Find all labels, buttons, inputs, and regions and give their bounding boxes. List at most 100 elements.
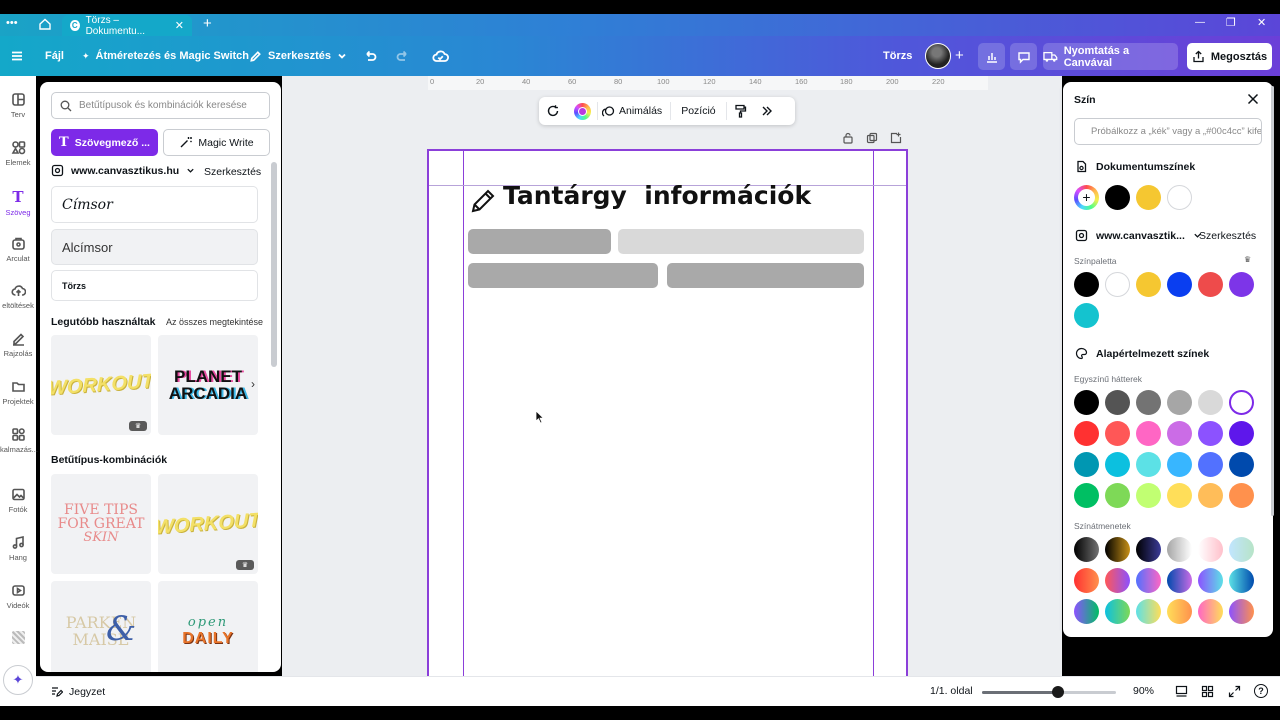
rail-item-projects[interactable]: Projektek (0, 379, 36, 406)
brand-kit-selector[interactable]: www.canvasztikus.hu (51, 164, 195, 177)
gradient-swatch[interactable] (1198, 537, 1223, 562)
position-button[interactable]: Pozíció (670, 102, 725, 120)
add-textbox-button[interactable]: T Szövegmező ... (51, 129, 158, 156)
solid-color-swatch[interactable] (1136, 483, 1161, 508)
rail-item-text[interactable]: T Szöveg (0, 188, 36, 217)
gradient-swatch[interactable] (1229, 568, 1254, 593)
brand-edit-link[interactable]: Szerkesztés (204, 166, 261, 178)
color-panel-scrollbar[interactable] (1271, 86, 1274, 516)
color-picker-button[interactable] (567, 102, 597, 120)
main-menu-button[interactable] (10, 36, 24, 76)
gradient-swatch[interactable] (1105, 568, 1130, 593)
solid-color-swatch[interactable] (1074, 421, 1099, 446)
placeholder-bar[interactable] (468, 263, 658, 288)
more-options-button[interactable] (754, 105, 780, 117)
gradient-swatch[interactable] (1136, 568, 1161, 593)
solid-color-swatch[interactable] (1198, 483, 1223, 508)
solid-color-swatch[interactable] (1229, 421, 1254, 446)
replace-button[interactable] (539, 104, 567, 118)
zoom-slider-track[interactable] (982, 686, 1116, 698)
notes-button[interactable]: Jegyzet (50, 685, 105, 698)
brand-color-swatch[interactable] (1136, 272, 1161, 297)
solid-color-swatch[interactable] (1198, 390, 1223, 415)
gradient-swatch[interactable] (1074, 537, 1099, 562)
font-combo-open-daily[interactable]: open DAILY (158, 581, 258, 672)
help-icon[interactable]: ? (1254, 684, 1268, 698)
redo-button[interactable] (395, 36, 410, 76)
solid-color-swatch[interactable] (1105, 421, 1130, 446)
window-close-button[interactable]: ✕ (1257, 16, 1266, 29)
brand-color-swatch[interactable] (1229, 272, 1254, 297)
gradient-swatch[interactable] (1167, 537, 1192, 562)
gradient-swatch[interactable] (1167, 568, 1192, 593)
insights-button[interactable] (978, 43, 1005, 70)
document-title[interactable]: Törzs (883, 36, 912, 76)
see-all-link[interactable]: Az összes megtekintése (166, 317, 263, 327)
placeholder-bar[interactable] (667, 263, 864, 288)
share-button[interactable]: Megosztás (1187, 43, 1272, 70)
canvas-heading[interactable]: Tantárgy információk (503, 181, 811, 210)
solid-color-swatch[interactable] (1074, 483, 1099, 508)
resize-magic-switch-button[interactable]: ✦ Átméretezés és Magic Switch (82, 36, 249, 76)
doc-color-swatch[interactable] (1105, 185, 1130, 210)
gradient-swatch[interactable] (1229, 599, 1254, 624)
chevron-right-icon[interactable]: › (251, 377, 255, 391)
heading-style[interactable]: Címsor (51, 186, 258, 223)
solid-color-swatch[interactable] (1136, 390, 1161, 415)
print-with-canva-button[interactable]: Nyomtatás a Canvával (1043, 43, 1178, 70)
animate-button[interactable]: Animálás (597, 102, 670, 120)
brand-edit-link[interactable]: Szerkesztés (1199, 230, 1256, 242)
home-icon[interactable] (38, 17, 52, 31)
solid-color-swatch[interactable] (1074, 390, 1099, 415)
window-maximize-button[interactable]: ❐ (1226, 16, 1236, 29)
solid-color-swatch[interactable] (1167, 421, 1192, 446)
rail-item-design[interactable]: Terv (0, 92, 36, 119)
duplicate-button[interactable] (866, 132, 878, 144)
undo-button[interactable] (363, 36, 378, 76)
brand-color-swatch[interactable] (1198, 272, 1223, 297)
grid-view-button[interactable] (1201, 685, 1214, 701)
solid-color-swatch[interactable] (1229, 390, 1254, 415)
add-color-button[interactable]: + (1074, 185, 1099, 210)
rail-item-brand[interactable]: Arculat (0, 236, 36, 263)
rail-item-audio[interactable]: Hang (0, 535, 36, 562)
gradient-swatch[interactable] (1198, 599, 1223, 624)
doc-color-swatch[interactable] (1136, 185, 1161, 210)
panel-scrollbar[interactable] (271, 162, 277, 367)
comments-button[interactable] (1010, 43, 1037, 70)
rail-item-apps[interactable]: kalmazás... (0, 427, 38, 454)
gradient-swatch[interactable] (1074, 568, 1099, 593)
solid-color-swatch[interactable] (1167, 390, 1192, 415)
gradient-swatch[interactable] (1074, 599, 1099, 624)
brand-color-swatch[interactable] (1105, 272, 1130, 297)
new-tab-button[interactable]: + (203, 15, 212, 32)
placeholder-bar[interactable] (468, 229, 611, 254)
rail-item-draw[interactable]: Rajzolás (0, 331, 36, 358)
lock-button[interactable] (842, 132, 854, 144)
solid-color-swatch[interactable] (1074, 452, 1099, 477)
page-view-button[interactable] (1175, 685, 1188, 701)
solid-color-swatch[interactable] (1105, 483, 1130, 508)
design-page[interactable]: Tantárgy információk (427, 149, 908, 681)
add-collaborator-button[interactable]: + (955, 47, 964, 64)
gradient-swatch[interactable] (1105, 599, 1130, 624)
solid-color-swatch[interactable] (1105, 452, 1130, 477)
solid-color-swatch[interactable] (1198, 452, 1223, 477)
solid-color-swatch[interactable] (1167, 483, 1192, 508)
doc-color-swatch[interactable] (1167, 185, 1192, 210)
copy-style-button[interactable] (725, 102, 754, 120)
browser-menu-icon[interactable]: ••• (6, 17, 18, 29)
rail-item-more[interactable] (0, 631, 36, 644)
body-style[interactable]: Törzs (51, 270, 258, 301)
solid-color-swatch[interactable] (1229, 452, 1254, 477)
brand-color-swatch[interactable] (1074, 303, 1099, 328)
solid-color-swatch[interactable] (1136, 452, 1161, 477)
subheading-style[interactable]: Alcímsor (51, 229, 258, 265)
gradient-swatch[interactable] (1229, 537, 1254, 562)
font-combo-workout[interactable]: WORKOUT ♛ (51, 335, 151, 435)
solid-color-swatch[interactable] (1198, 421, 1223, 446)
zoom-level[interactable]: 90% (1133, 685, 1154, 697)
gradient-swatch[interactable] (1136, 599, 1161, 624)
font-combo-planet-arcadia[interactable]: PLANET ARCADIA (158, 335, 258, 435)
browser-tab[interactable]: C Törzs – Dokumentu... ✕ (62, 15, 192, 37)
